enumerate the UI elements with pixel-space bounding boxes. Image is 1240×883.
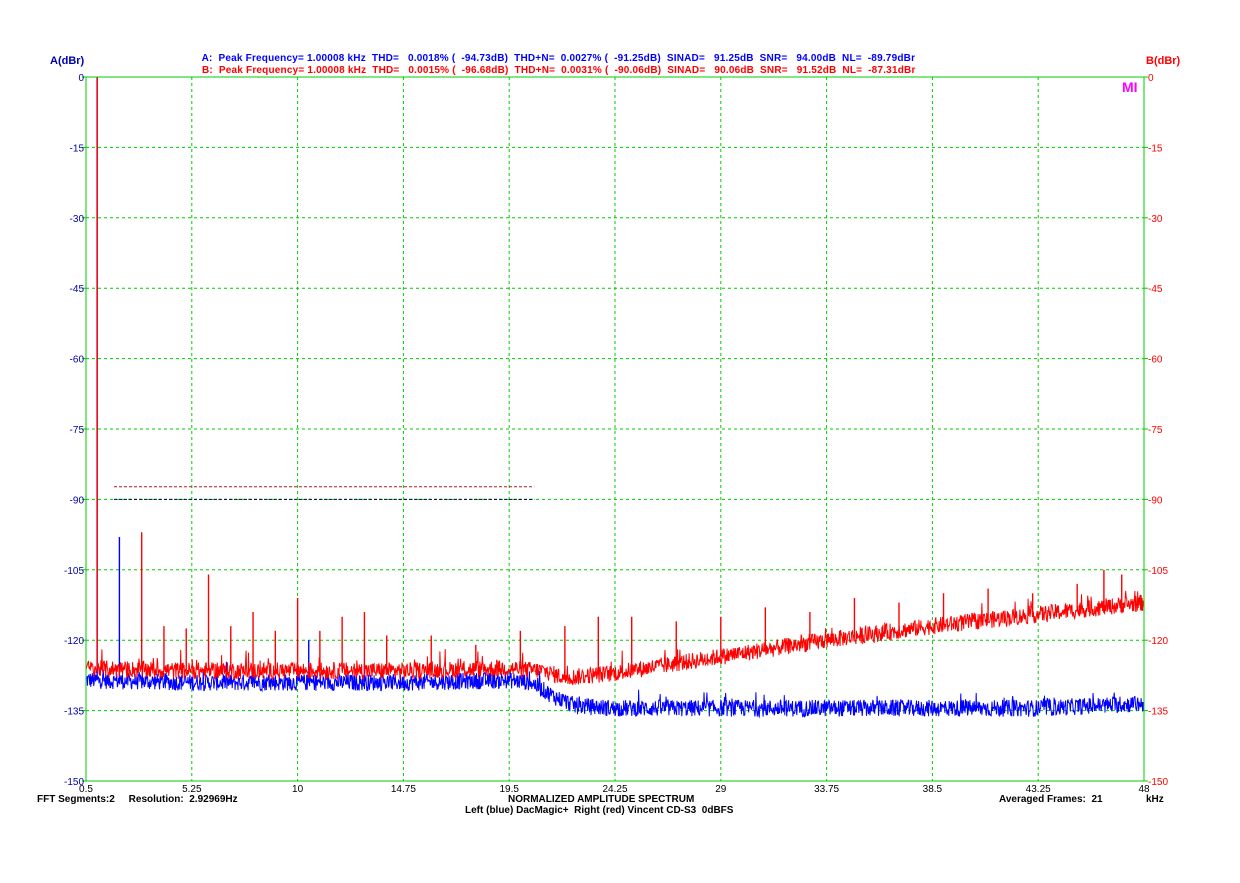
y2-tick-label: -120 [1148,636,1168,647]
y-tick-label: -90 [70,495,85,506]
x-tick-label: 33.75 [814,784,839,795]
y-tick-label: -135 [64,707,84,718]
chart-title: NORMALIZED AMPLITUDE SPECTRUM [508,794,695,805]
y2-tick-label: -60 [1148,355,1163,366]
stats-line-b-text: B: Peak Frequency= 1.00008 kHz THD= 0.00… [201,65,916,76]
y2-tick-label: -45 [1148,284,1163,295]
tick-labels: 0.5 5.25 10 14.75 19.5 24.25 29 33.75 38.5 43.25 4… [64,73,1168,795]
y-tick-label: -120 [64,636,84,647]
y2-tick-label: -15 [1148,143,1163,154]
noise-level-lines [114,486,535,500]
left-axis-title: A(dBr) [50,55,85,67]
x-tick-label: 29 [715,784,727,795]
chart-subtitle: Left (blue) DacMagic+ Right (red) Vincen… [465,805,734,816]
y2-tick-label: 0 [1148,73,1154,84]
y-tick-label: 0 [78,73,84,84]
fft-info: FFT Segments:2 Resolution: 2.92969Hz [37,794,238,805]
x-tick-label: 14.75 [391,784,416,795]
y-tick-label: -150 [64,777,84,788]
y-tick-label: -15 [70,143,85,154]
y-tick-label: -60 [70,355,85,366]
y2-tick-label: -90 [1148,495,1163,506]
y-tick-label: -75 [70,425,85,436]
y2-tick-label: -150 [1148,777,1168,788]
logo-mark: MI [1122,79,1138,95]
stats-line-b: B: Peak Frequency= 1.00008 kHz THD= 0.00… [196,54,916,76]
x-tick-label: 38.5 [923,784,943,795]
averaged-frames: Averaged Frames: 21 [999,794,1103,805]
y2-tick-label: -135 [1148,707,1168,718]
right-axis-title: B(dBr) [1146,55,1181,67]
x-tick-label: 10 [292,784,304,795]
y-tick-label: -45 [70,284,85,295]
y2-tick-label: -30 [1148,214,1163,225]
x-axis-unit: kHz [1146,794,1164,805]
spectrum-chart: 0.5 5.25 10 14.75 19.5 24.25 29 33.75 38.5 43.25 4… [64,73,1168,795]
y-tick-label: -30 [70,214,85,225]
y2-tick-label: -75 [1148,425,1163,436]
y-tick-label: -105 [64,566,84,577]
y2-tick-label: -105 [1148,566,1168,577]
